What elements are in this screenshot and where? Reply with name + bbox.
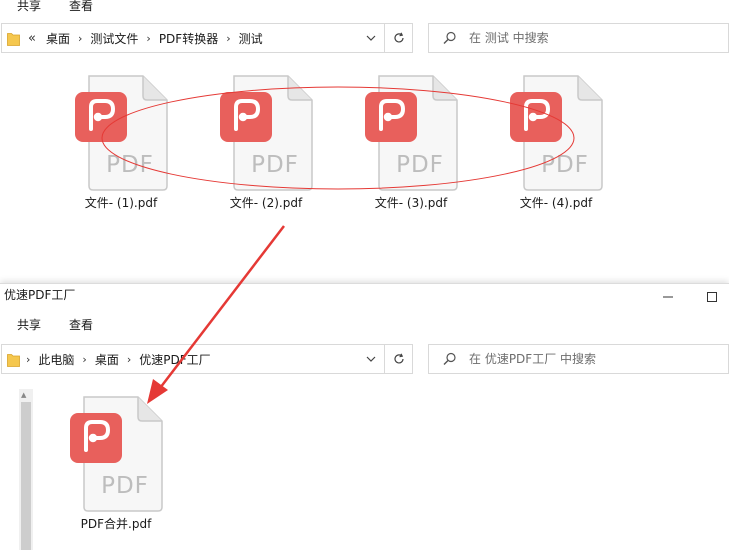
file-item[interactable]: PDF 文件- (4).pdf <box>496 74 616 211</box>
overflow-chevron-icon[interactable]: « <box>28 31 36 46</box>
pdf-file-icon: PDF <box>363 74 459 192</box>
chevron-down-icon[interactable] <box>358 24 384 52</box>
search-icon <box>443 352 456 365</box>
pdf-badge-text: PDF <box>251 152 299 178</box>
breadcrumb: « 桌面 › 测试文件 › PDF转换器 › 测试 <box>26 24 263 52</box>
chevron-right-icon[interactable]: › <box>127 353 131 366</box>
ribbon-tabs: 共享 查看 <box>0 0 104 16</box>
search-input[interactable]: 在 测试 中搜索 <box>469 24 549 52</box>
address-bar[interactable]: › 此电脑 › 桌面 › 优速PDF工厂 <box>1 344 385 374</box>
pdf-badge-text: PDF <box>101 473 149 499</box>
chevron-right-icon[interactable]: › <box>82 353 86 366</box>
ribbon-tab-view[interactable]: 查看 <box>69 316 93 333</box>
explorer-window-test: 共享 查看 « 桌面 › 测试文件 › PDF转换器 › 测试 在 测试 中搜索… <box>0 0 729 283</box>
pdf-badge-text: PDF <box>396 152 444 178</box>
pdf-file-icon: PDF <box>218 74 314 192</box>
pdf-file-icon: PDF <box>68 395 164 513</box>
file-name: 文件- (3).pdf <box>374 196 448 210</box>
minimize-icon <box>663 296 673 298</box>
explorer-window-pdf-factory: 优速PDF工厂 共享 查看 › 此电脑 › 桌面 › 优速PDF工厂 在 优速P… <box>0 283 729 550</box>
chevron-right-icon[interactable]: › <box>226 32 230 45</box>
chevron-right-icon[interactable]: › <box>146 32 150 45</box>
file-item[interactable]: PDF 文件- (3).pdf <box>351 74 471 211</box>
search-box[interactable]: 在 优速PDF工厂 中搜索 <box>428 344 729 374</box>
chevron-right-icon[interactable]: › <box>26 353 30 366</box>
refresh-button[interactable] <box>385 344 413 374</box>
window-title: 优速PDF工厂 <box>4 288 76 302</box>
scroll-up-icon[interactable]: ▲ <box>21 391 26 399</box>
maximize-icon <box>707 292 717 302</box>
breadcrumb-test-files[interactable]: 测试文件 <box>90 30 138 47</box>
scrollbar[interactable]: ▲ <box>19 389 33 550</box>
pdf-file-icon: PDF <box>508 74 604 192</box>
file-name: 文件- (4).pdf <box>519 196 593 210</box>
pdf-badge-text: PDF <box>541 152 589 178</box>
refresh-icon <box>393 353 404 364</box>
file-name: PDF合并.pdf <box>80 517 152 531</box>
scrollbar-thumb[interactable] <box>21 402 31 550</box>
file-name: 文件- (2).pdf <box>229 196 303 210</box>
file-name: 文件- (1).pdf <box>84 196 158 210</box>
breadcrumb-pdf-factory[interactable]: 优速PDF工厂 <box>139 351 210 368</box>
search-input[interactable]: 在 优速PDF工厂 中搜索 <box>469 345 596 373</box>
search-box[interactable]: 在 测试 中搜索 <box>428 23 729 53</box>
breadcrumb-desktop[interactable]: 桌面 <box>95 351 119 368</box>
file-item[interactable]: PDF 文件- (2).pdf <box>206 74 326 211</box>
ribbon-tab-share[interactable]: 共享 <box>17 316 41 333</box>
maximize-button[interactable] <box>697 284 727 310</box>
file-item[interactable]: PDF 文件- (1).pdf <box>61 74 181 211</box>
ribbon-tab-view[interactable]: 查看 <box>69 0 93 14</box>
search-icon <box>443 31 456 44</box>
minimize-button[interactable] <box>653 284 683 310</box>
refresh-icon <box>393 32 404 43</box>
folder-icon <box>7 354 20 367</box>
ribbon-tabs: 共享 查看 <box>0 313 104 335</box>
address-row: « 桌面 › 测试文件 › PDF转换器 › 测试 在 测试 中搜索 <box>0 23 729 57</box>
address-row: › 此电脑 › 桌面 › 优速PDF工厂 在 优速PDF工厂 中搜索 <box>0 344 729 378</box>
pdf-file-icon: PDF <box>73 74 169 192</box>
file-item[interactable]: PDF PDF合并.pdf <box>56 395 176 532</box>
chevron-right-icon[interactable]: › <box>78 32 82 45</box>
pdf-badge-text: PDF <box>106 152 154 178</box>
breadcrumb: › 此电脑 › 桌面 › 优速PDF工厂 <box>26 345 211 373</box>
breadcrumb-this-pc[interactable]: 此电脑 <box>38 351 74 368</box>
folder-icon <box>7 33 20 46</box>
refresh-button[interactable] <box>385 23 413 53</box>
chevron-down-icon[interactable] <box>358 345 384 373</box>
breadcrumb-test[interactable]: 测试 <box>239 30 263 47</box>
breadcrumb-desktop[interactable]: 桌面 <box>46 30 70 47</box>
breadcrumb-pdf-converter[interactable]: PDF转换器 <box>159 30 218 47</box>
address-bar[interactable]: « 桌面 › 测试文件 › PDF转换器 › 测试 <box>1 23 385 53</box>
ribbon-tab-share[interactable]: 共享 <box>17 0 41 14</box>
